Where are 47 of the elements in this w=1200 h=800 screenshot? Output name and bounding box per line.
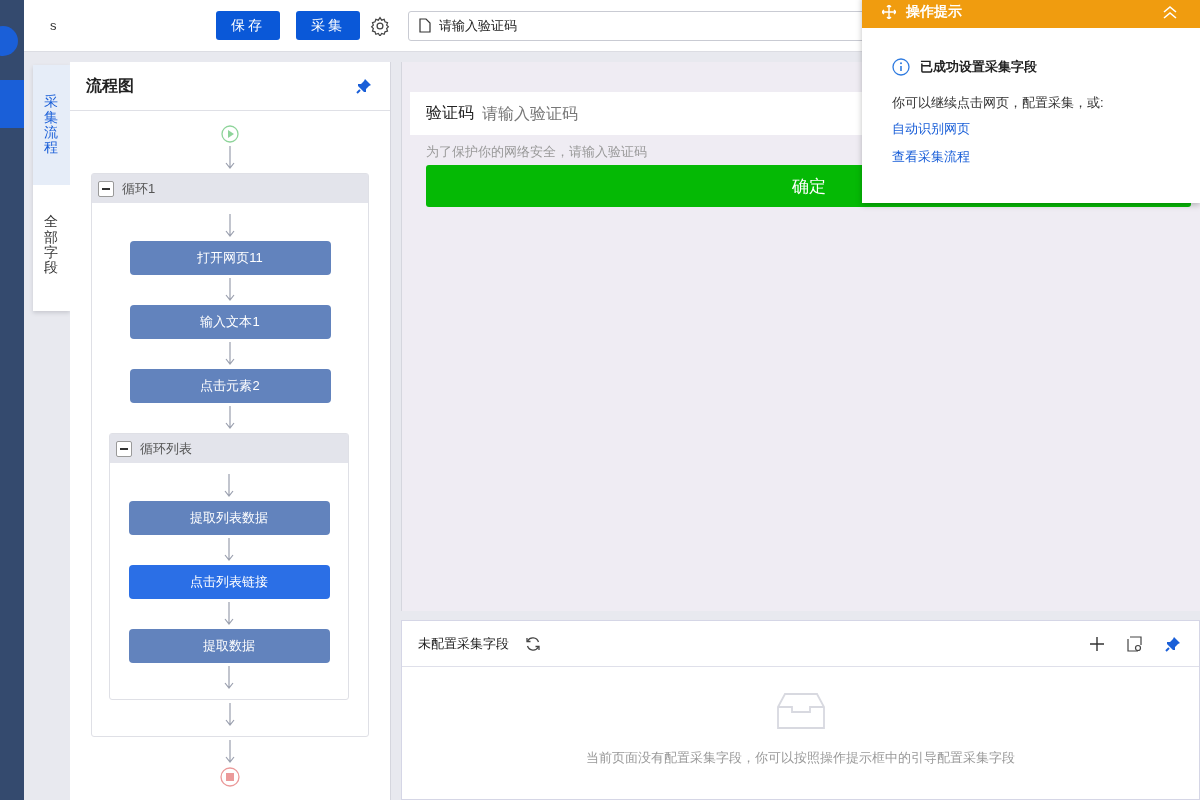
toolbar-button[interactable]: 采集 <box>296 11 360 40</box>
flow-arrow <box>225 740 235 764</box>
refresh-icon[interactable] <box>525 635 541 652</box>
loop-label[interactable]: 循环列表 <box>140 439 192 458</box>
panel-title: 未配置采集字段 <box>418 634 509 653</box>
flow-arrow <box>225 146 235 170</box>
flow-arrow <box>225 214 235 238</box>
flow-arrow <box>225 703 235 727</box>
collapse-toggle[interactable] <box>116 440 132 457</box>
flow-arrow <box>224 602 234 626</box>
field-settings-icon[interactable] <box>1127 635 1143 652</box>
plus-icon[interactable] <box>1089 635 1105 652</box>
flow-arrow <box>225 278 235 302</box>
pin-icon[interactable] <box>356 78 372 94</box>
side-tab[interactable]: 全部字段 <box>33 185 70 305</box>
empty-inbox-icon <box>776 693 825 729</box>
toolbar-button[interactable]: 保存 <box>216 11 280 40</box>
loop-label[interactable]: 循环1 <box>122 179 156 198</box>
flow-step[interactable]: 点击列表链接 <box>128 565 330 599</box>
flow-step[interactable]: 打开网页11 <box>129 241 331 275</box>
flow-step[interactable]: 输入文本1 <box>129 305 331 339</box>
flow-step[interactable]: 提取列表数据 <box>128 501 330 535</box>
side-tab[interactable]: 采集流程 <box>33 65 70 185</box>
empty-message: 当前页面没有配置采集字段，你可以按照操作提示框中的引导配置采集字段 <box>586 749 1015 767</box>
start-icon[interactable] <box>221 125 239 143</box>
panel-title: 流程图 <box>86 75 134 96</box>
flow-arrow <box>225 406 235 430</box>
flow-arrow <box>224 666 234 690</box>
popup-link[interactable]: 自动识别网页 <box>892 120 970 138</box>
document-icon <box>419 18 431 33</box>
hint-text: 为了保护你的网络安全，请输入验证码 <box>426 143 647 161</box>
pin-icon[interactable] <box>1165 635 1181 652</box>
flow-step[interactable]: 点击元素2 <box>129 369 331 403</box>
task-title: s <box>49 18 58 33</box>
flow-arrow <box>224 538 234 562</box>
flow-step[interactable]: 提取数据 <box>128 629 330 663</box>
flow-arrow <box>225 342 235 366</box>
captcha-field[interactable]: 请输入验证码 <box>480 103 784 124</box>
popup-heading: 已成功设置采集字段 <box>920 58 1037 76</box>
popup-title: 操作提示 <box>906 3 962 21</box>
popup-link[interactable]: 查看采集流程 <box>892 148 970 166</box>
field-label: 验证码 <box>426 103 474 123</box>
settings-icon[interactable] <box>370 15 390 36</box>
collapse-toggle[interactable] <box>98 180 114 197</box>
info-icon <box>892 58 910 76</box>
flow-arrow <box>224 474 234 498</box>
popup-text: 你可以继续点击网页，配置采集，或: <box>892 94 1104 112</box>
